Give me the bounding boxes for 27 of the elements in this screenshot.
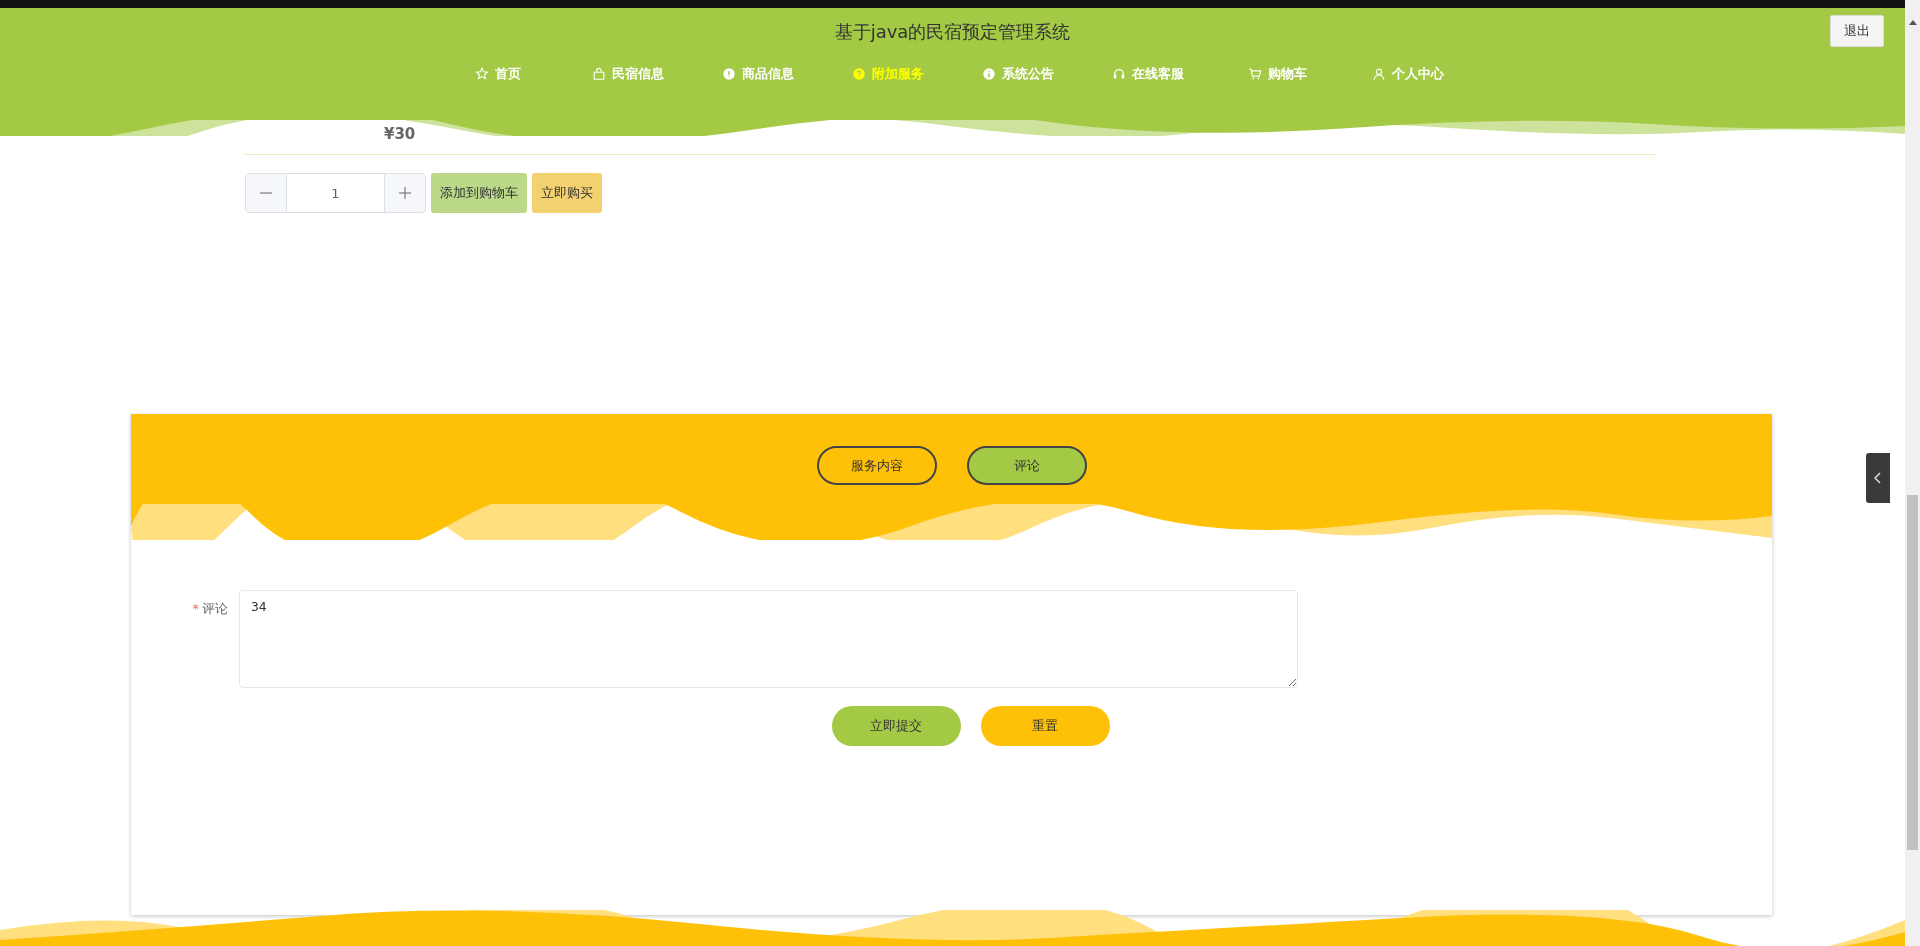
plus-icon bbox=[399, 187, 411, 199]
user-icon bbox=[1371, 67, 1386, 81]
submit-button[interactable]: 立即提交 bbox=[831, 706, 961, 746]
tab[interactable]: 服务内容 bbox=[816, 446, 937, 485]
info-icon bbox=[981, 67, 996, 81]
increment-button[interactable] bbox=[385, 174, 425, 212]
logout-button[interactable]: 退出 bbox=[1830, 15, 1884, 47]
comment-field[interactable]: 34 bbox=[239, 590, 1298, 688]
cart-icon bbox=[1248, 67, 1262, 81]
quantity-field[interactable]: 1 bbox=[286, 174, 385, 212]
add-to-cart-button[interactable]: 添加到购物车 bbox=[431, 173, 527, 213]
bag-icon bbox=[591, 67, 606, 81]
minus-icon bbox=[260, 192, 272, 194]
reset-button[interactable]: 重置 bbox=[980, 706, 1110, 746]
headset-icon bbox=[1111, 67, 1126, 81]
collapse-tab[interactable] bbox=[1866, 453, 1890, 503]
help-icon bbox=[851, 67, 866, 81]
site-title: 基于java的民宿预定管理系统 bbox=[834, 20, 1071, 44]
field-label: 评论 bbox=[202, 601, 228, 616]
buy-now-button[interactable]: 立即购买 bbox=[532, 173, 602, 213]
alert-icon bbox=[721, 67, 736, 81]
scrollbar[interactable] bbox=[1905, 0, 1920, 946]
required-mark: * bbox=[192, 601, 199, 616]
chevron-left-icon bbox=[1874, 472, 1882, 484]
star-icon bbox=[474, 67, 489, 81]
tab[interactable]: 评论 bbox=[966, 446, 1087, 485]
quantity-stepper[interactable]: 1 bbox=[245, 173, 426, 213]
